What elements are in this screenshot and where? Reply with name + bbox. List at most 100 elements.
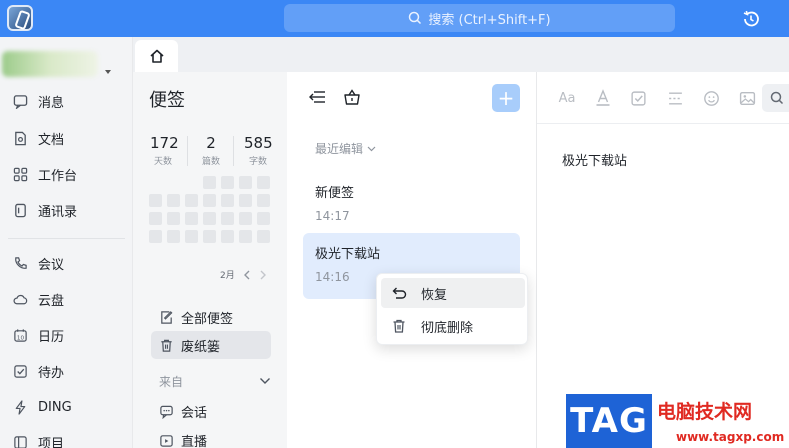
font-color-icon[interactable] — [593, 88, 613, 108]
note-title: 极光下载站 — [315, 247, 381, 262]
trash-icon — [158, 337, 174, 353]
link-trash[interactable]: 废纸篓 — [151, 331, 271, 359]
note-time: 14:17 — [315, 209, 350, 223]
heatmap-cell — [221, 176, 234, 189]
month-label: 2月 — [220, 271, 235, 281]
chevron-right-icon[interactable] — [259, 270, 267, 280]
lightning-icon — [12, 399, 28, 415]
stat-words: 585 字数 — [244, 134, 273, 167]
app-logo[interactable] — [7, 5, 33, 31]
source-live[interactable]: 直播 — [151, 426, 271, 448]
nav-item-documents[interactable]: 文档 — [0, 124, 133, 152]
heatmap-cell — [257, 230, 270, 243]
menu-item-label: 彻底删除 — [421, 320, 474, 336]
notes-title: 便签 — [149, 90, 185, 111]
source-section-header[interactable]: 来自 — [159, 372, 271, 390]
heatmap-cell — [203, 212, 216, 225]
sort-dropdown[interactable]: 最近编辑 — [315, 140, 376, 157]
nav-item-meetings[interactable]: 会议 — [0, 249, 133, 277]
nav-item-todo[interactable]: 待办 — [0, 357, 133, 385]
menu-item-restore[interactable]: 恢复 — [381, 278, 525, 308]
link-all-notes[interactable]: 全部便签 — [151, 303, 271, 331]
nav-item-label: 工作台 — [38, 168, 78, 184]
menu-item-delete-permanently[interactable]: 彻底删除 — [381, 311, 525, 341]
account-avatar-blurred — [2, 51, 98, 77]
stat-divider — [233, 136, 234, 166]
menu-item-label: 恢复 — [421, 287, 448, 303]
nav-item-label: 文档 — [38, 132, 65, 148]
nav-item-ding[interactable]: DING — [0, 393, 133, 421]
note-time: 14:16 — [315, 270, 350, 284]
emoji-icon[interactable] — [701, 88, 721, 108]
font-size-icon[interactable]: Aa — [557, 88, 577, 108]
calendar-icon: 10 — [12, 327, 28, 343]
image-icon[interactable] — [737, 88, 757, 108]
heatmap-cell — [221, 194, 234, 207]
home-icon — [149, 49, 164, 63]
note-editor — [537, 72, 789, 448]
nav-item-label: 消息 — [38, 95, 65, 111]
heatmap-cell — [185, 212, 198, 225]
heatmap-cell — [149, 194, 162, 207]
nav-item-label: 待办 — [38, 365, 65, 381]
stat-days: 172 天数 — [150, 134, 179, 167]
stat-notes: 2 篇数 — [199, 134, 223, 167]
nav-item-label: 项目 — [38, 436, 65, 448]
heatmap-cell — [257, 194, 270, 207]
stat-label: 天数 — [153, 157, 172, 167]
watermark: TAG 电脑技术网 www.tagxp.com — [566, 394, 789, 448]
chat-icon — [158, 403, 174, 419]
link-label: 废纸篓 — [181, 339, 221, 355]
link-label: 全部便签 — [181, 311, 234, 327]
nav-item-label: 会议 — [38, 257, 65, 273]
note-title: 新便签 — [315, 186, 355, 201]
project-icon — [12, 434, 28, 448]
edit-note-icon — [158, 309, 174, 325]
activity-heatmap — [149, 176, 272, 246]
search-icon — [409, 11, 422, 25]
chevron-left-icon[interactable] — [243, 270, 251, 280]
nav-item-calendar[interactable]: 10 日历 — [0, 321, 133, 349]
tab-home[interactable] — [135, 40, 178, 72]
watermark-title: 电脑技术网 — [657, 401, 753, 423]
clear-trash-icon[interactable] — [342, 87, 362, 107]
heatmap-cell — [167, 212, 180, 225]
account-switcher[interactable] — [0, 49, 112, 77]
heatmap-cell — [167, 194, 180, 207]
checkbox-icon[interactable] — [628, 88, 648, 108]
nav-item-projects[interactable]: 项目 — [0, 428, 133, 448]
note-content[interactable]: 极光下载站 — [562, 150, 627, 169]
source-chat[interactable]: 会话 — [151, 397, 271, 425]
context-menu: 恢复 彻底删除 — [376, 273, 528, 345]
history-icon[interactable] — [741, 9, 761, 29]
add-note-button[interactable]: + — [492, 84, 520, 112]
note-list-item[interactable]: 新便签 14:17 — [303, 172, 520, 238]
nav-item-label: 通讯录 — [38, 204, 78, 220]
nav-item-label: 日历 — [38, 329, 65, 345]
heatmap-cell — [203, 194, 216, 207]
svg-text:10: 10 — [16, 335, 24, 341]
message-icon — [12, 93, 28, 109]
contacts-icon — [12, 202, 28, 218]
heatmap-cell — [149, 230, 162, 243]
editor-search-button[interactable] — [762, 84, 789, 112]
stat-label: 篇数 — [201, 157, 220, 167]
source-section-label: 来自 — [159, 374, 184, 389]
stat-value: 172 — [150, 134, 179, 152]
divider-icon[interactable] — [665, 88, 685, 108]
nav-item-label: DING — [38, 399, 72, 415]
global-search-input[interactable]: 搜索 (Ctrl+Shift+F) — [284, 4, 675, 32]
nav-item-messages[interactable]: 消息 — [0, 87, 133, 115]
stat-value: 2 — [206, 134, 216, 152]
cloud-icon — [12, 291, 28, 307]
todo-icon — [12, 363, 28, 379]
search-icon — [770, 91, 784, 105]
collapse-sidebar-icon[interactable] — [307, 87, 327, 107]
nav-item-cloud-drive[interactable]: 云盘 — [0, 285, 133, 313]
nav-item-contacts[interactable]: 通讯录 — [0, 196, 133, 224]
nav-item-workbench[interactable]: 工作台 — [0, 160, 133, 188]
heatmap-cell — [239, 194, 252, 207]
tab-strip — [133, 37, 789, 72]
plus-icon: + — [497, 86, 515, 110]
source-label: 直播 — [181, 434, 208, 448]
